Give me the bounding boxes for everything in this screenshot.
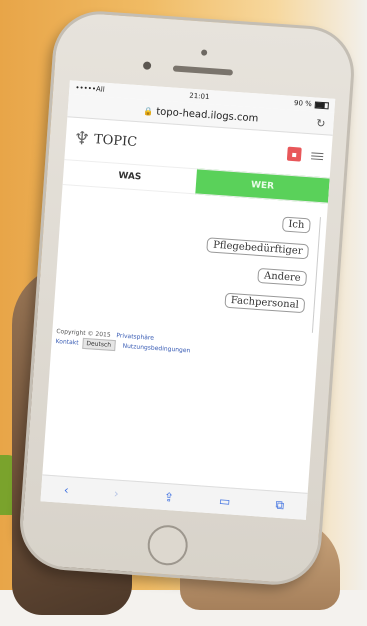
site-logo[interactable]: ♆ TOPIC: [73, 127, 138, 152]
who-options: Ich Pflegebedürftiger Andere Fachpersona…: [53, 199, 327, 337]
option-pflegebeduerftiger[interactable]: Pflegebedürftiger: [206, 237, 310, 260]
phone-screen: •••••All 21:01 90 % 🔒 topo-head.ilogs.co…: [40, 80, 336, 520]
url-text: topo-head.ilogs.com: [155, 105, 259, 125]
earpiece-speaker: [172, 65, 234, 76]
front-sensor: [200, 49, 208, 56]
clock: 21:01: [189, 91, 210, 102]
language-select[interactable]: Deutsch: [81, 337, 116, 352]
vertical-divider: [311, 217, 321, 333]
share-icon[interactable]: ⇪: [163, 490, 174, 505]
smartphone: •••••All 21:01 90 % 🔒 topo-head.ilogs.co…: [16, 8, 358, 588]
front-camera: [142, 61, 152, 70]
carrier-label: •••••All: [75, 83, 105, 94]
battery-icon: [314, 100, 330, 109]
tabs-icon[interactable]: ⧉: [275, 497, 285, 513]
home-button[interactable]: [146, 523, 190, 567]
logo-text: TOPIC: [93, 131, 138, 150]
terms-link[interactable]: Nutzungsbedingungen: [122, 343, 190, 355]
option-ich[interactable]: Ich: [281, 216, 311, 234]
back-icon[interactable]: ‹: [63, 483, 69, 497]
option-andere[interactable]: Andere: [257, 267, 308, 287]
browser-toolbar: ‹ › ⇪ ▭ ⧉: [40, 474, 308, 520]
bookmarks-icon[interactable]: ▭: [219, 494, 231, 509]
forward-icon[interactable]: ›: [113, 486, 119, 500]
battery-percent: 90 %: [293, 99, 313, 109]
header-actions: ▪: [286, 146, 324, 163]
reload-icon[interactable]: ↻: [316, 116, 326, 130]
status-right: 90 %: [293, 99, 330, 109]
lock-icon: 🔒: [143, 106, 154, 116]
notification-badge[interactable]: ▪: [286, 146, 302, 162]
option-fachpersonal[interactable]: Fachpersonal: [224, 292, 306, 314]
tree-logo-icon: ♆: [73, 127, 91, 150]
hamburger-icon[interactable]: [311, 151, 324, 160]
contact-link[interactable]: Kontakt: [55, 338, 78, 347]
